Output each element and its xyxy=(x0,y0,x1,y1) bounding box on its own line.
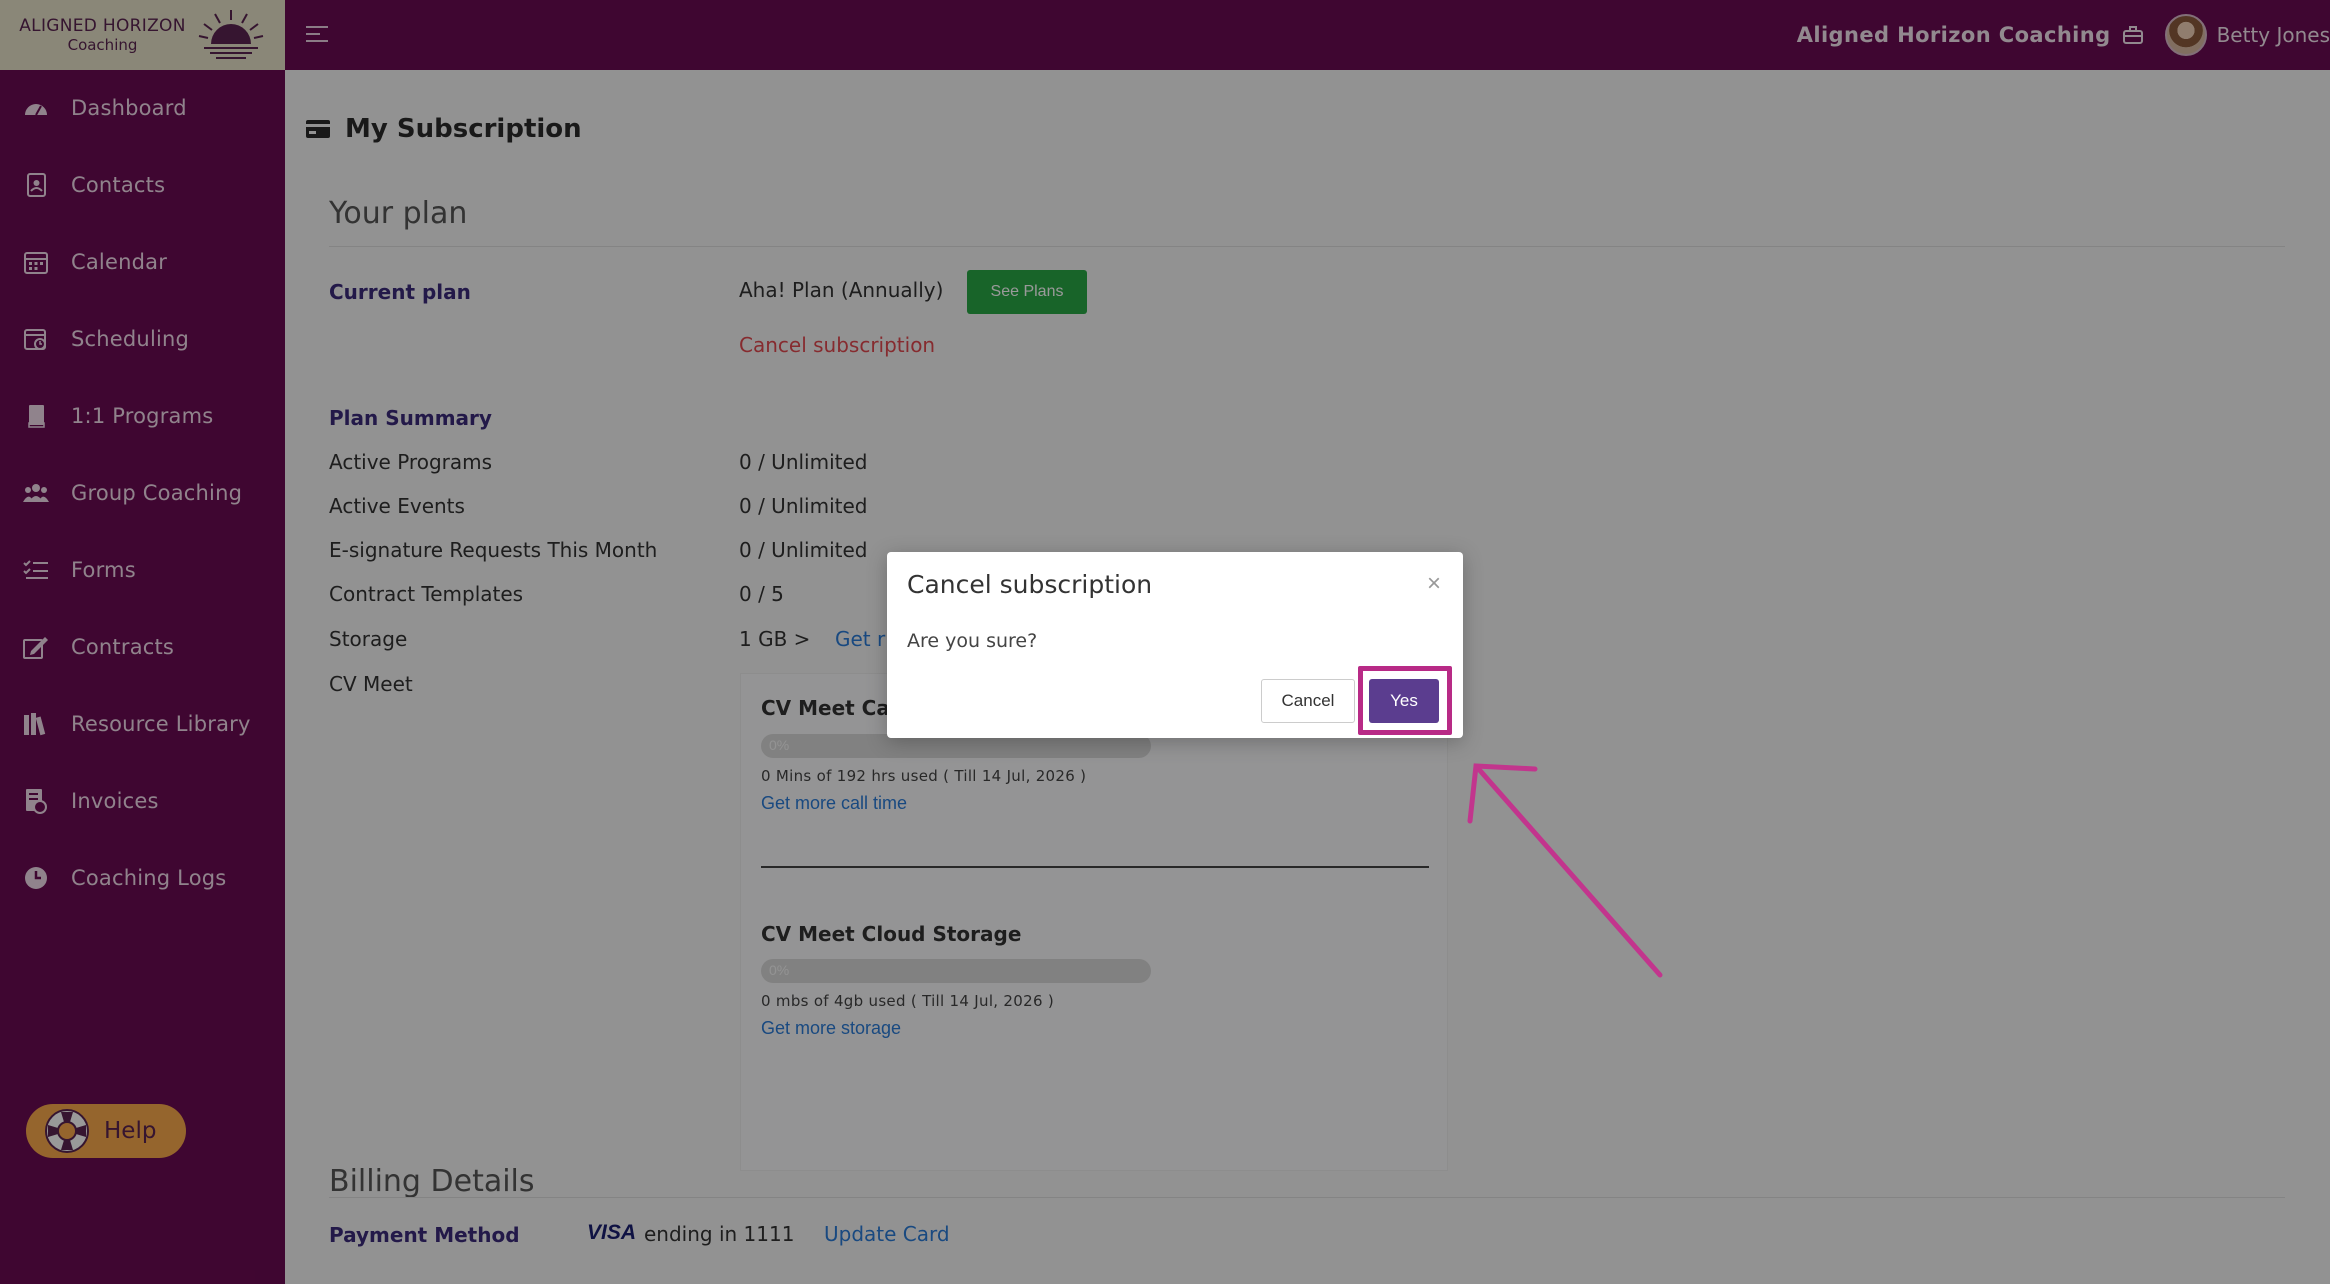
dialog-title: Cancel subscription xyxy=(907,570,1153,599)
cancel-button[interactable]: Cancel xyxy=(1261,679,1355,723)
arrow-annotation-icon xyxy=(1467,763,1663,978)
close-icon[interactable]: × xyxy=(1427,570,1441,598)
highlight-box xyxy=(1358,666,1452,735)
dialog-message: Are you sure? xyxy=(907,630,1038,652)
